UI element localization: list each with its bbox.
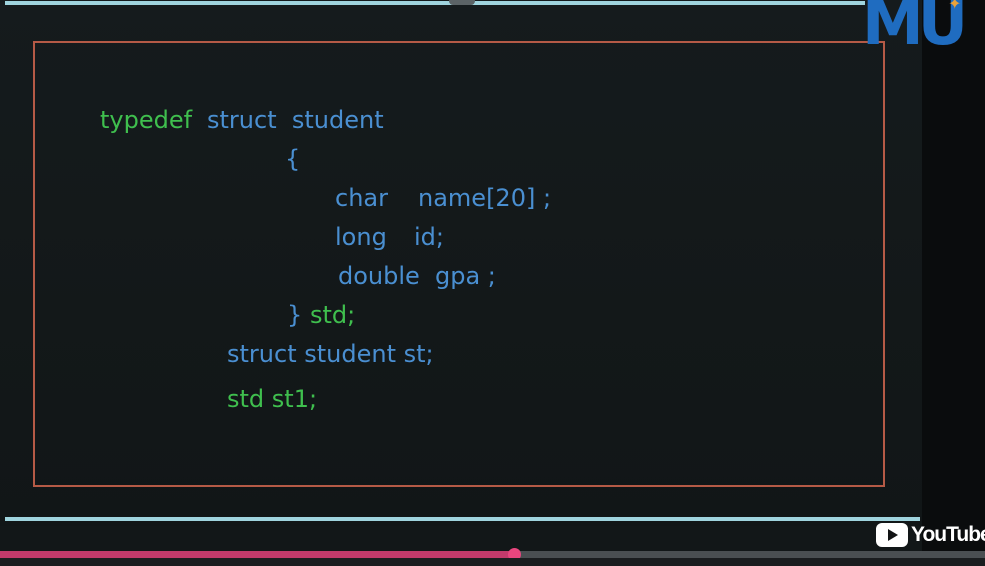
slide: typedef struct student { char name[20] ;… (0, 0, 922, 526)
letterbox-right (922, 0, 985, 566)
youtube-label: YouTube (911, 523, 985, 546)
open-brace: { (285, 145, 301, 173)
controls-strip (0, 558, 985, 566)
youtube-play-icon (876, 523, 908, 547)
logo-star-icon: ✦ (948, 0, 962, 13)
member-type-char: char (335, 184, 388, 212)
top-handle (449, 0, 475, 5)
typedef-alias: std; (310, 301, 356, 329)
video-frame[interactable]: typedef struct student { char name[20] ;… (0, 0, 985, 566)
typedef-keyword: typedef (100, 106, 193, 134)
close-brace: } (287, 301, 303, 329)
alias-variable-declaration: std st1; (227, 385, 318, 413)
top-rule (5, 1, 865, 5)
member-name-id: id; (414, 223, 444, 251)
progress-bar[interactable] (0, 548, 985, 561)
struct-header: struct student (207, 106, 384, 134)
member-type-long: long (335, 223, 387, 251)
bottom-rule (5, 517, 920, 521)
struct-variable-declaration: struct student st; (227, 340, 434, 368)
member-type-double: double (338, 262, 420, 290)
member-name-gpa: gpa ; (435, 262, 496, 290)
member-name-name: name[20] ; (418, 184, 552, 212)
youtube-watermark[interactable]: YouTube (876, 522, 985, 548)
progress-played (0, 551, 516, 558)
